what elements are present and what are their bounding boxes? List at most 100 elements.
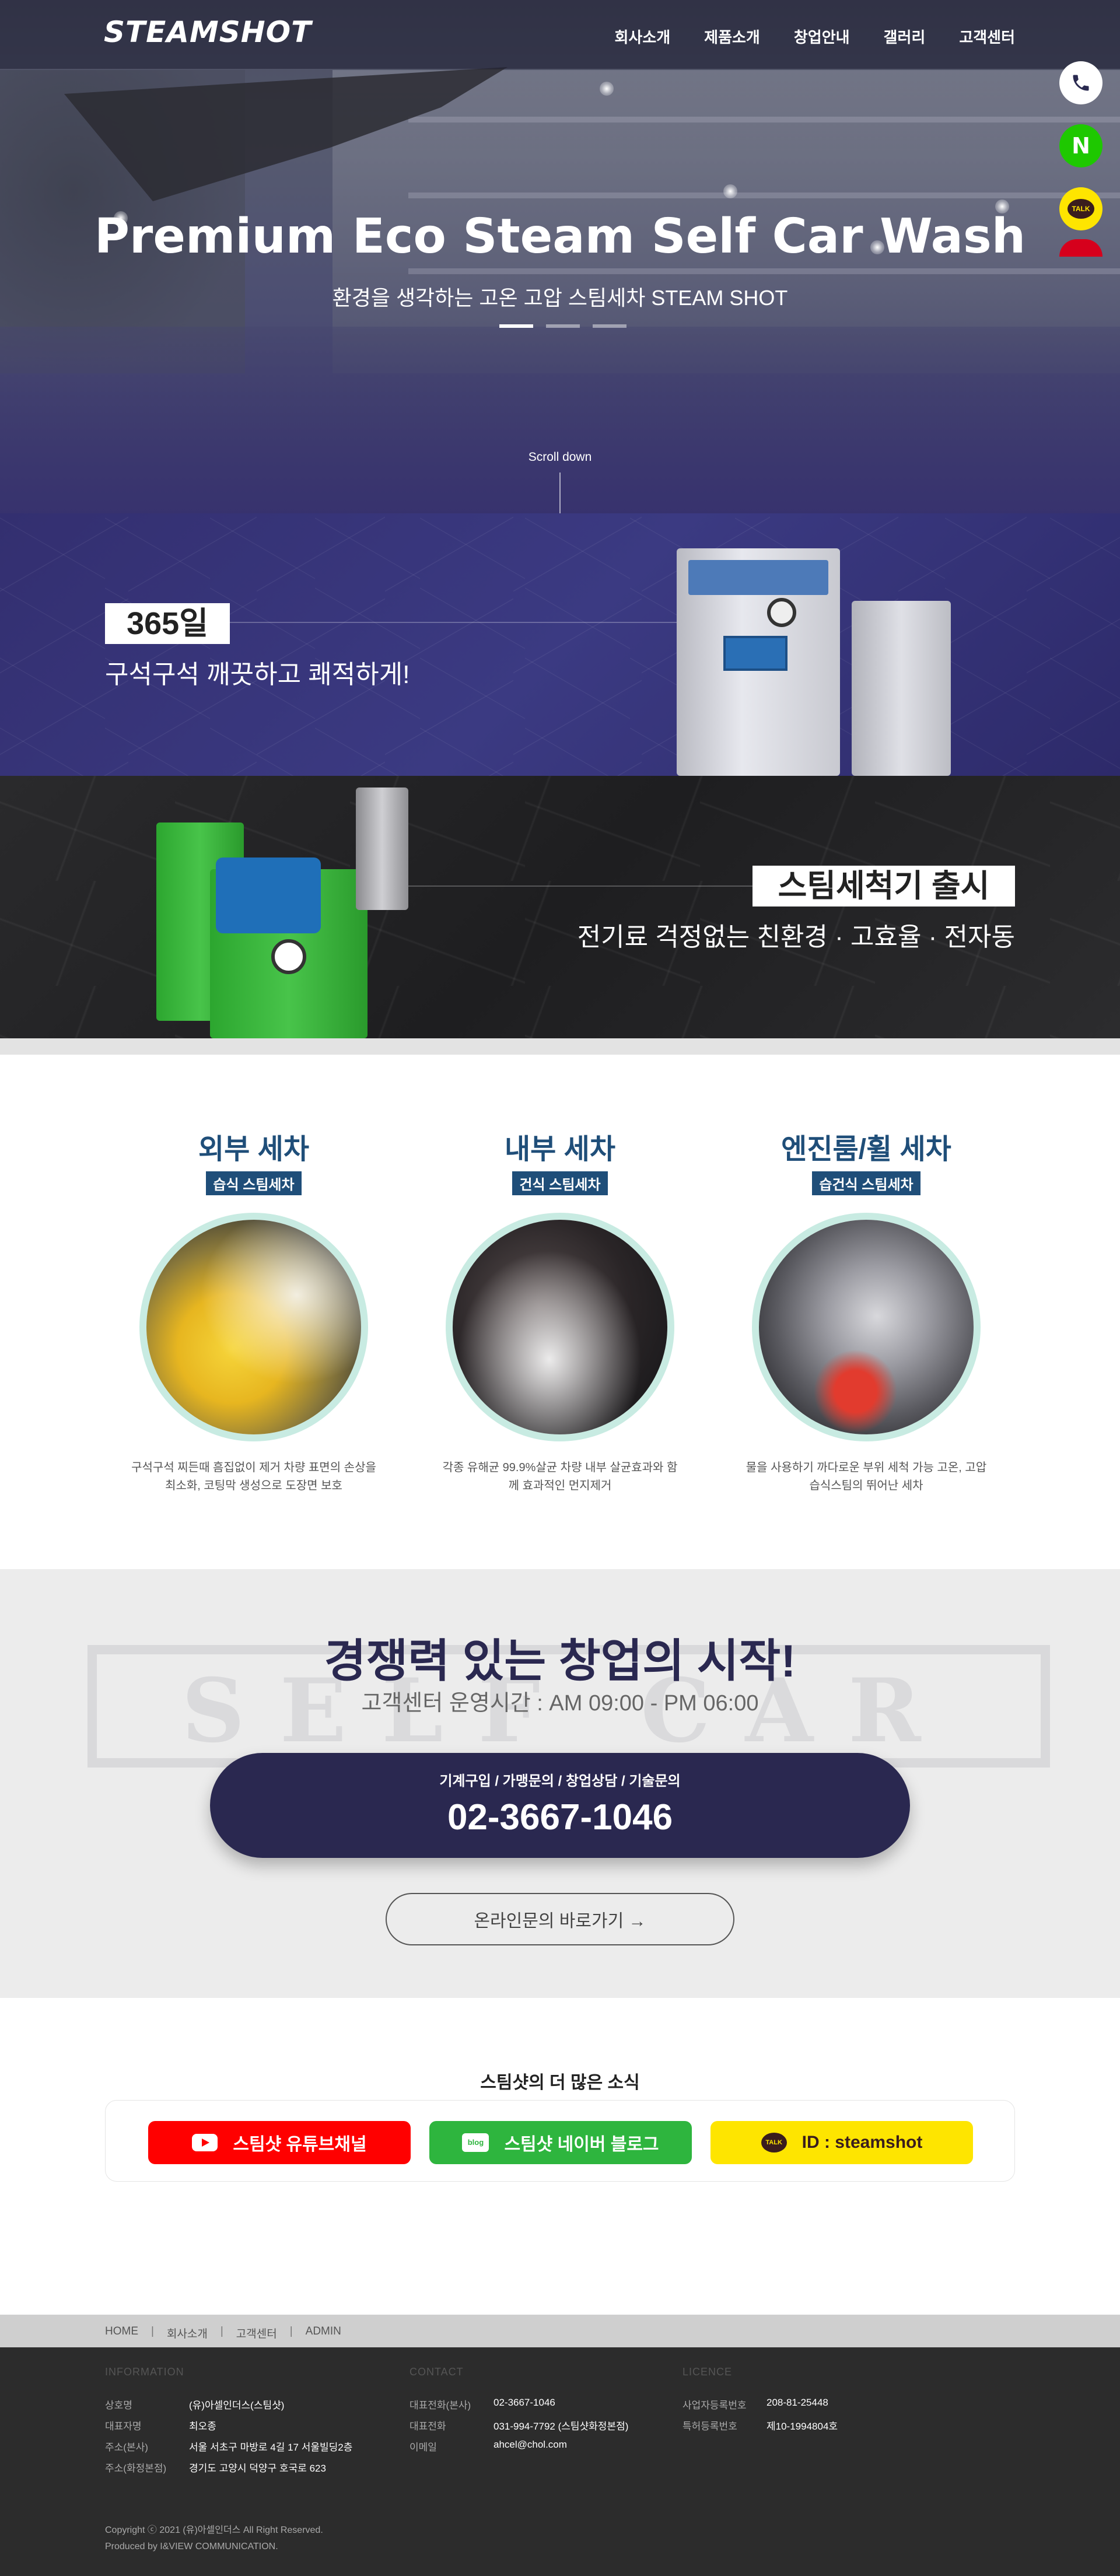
slide-indicators	[499, 324, 626, 328]
hero-lamp	[723, 184, 737, 198]
licence-key: 사업자등록번호	[682, 2400, 747, 2411]
slide-dot-1[interactable]	[499, 324, 533, 328]
service-badge: 습건식 스팀세차	[812, 1171, 921, 1195]
start-title: 경쟁력 있는 창업의 시작!	[324, 1635, 796, 1686]
contact-key: 대표전화	[410, 2421, 446, 2432]
news-title: 스팀샷의 더 많은 소식	[480, 2073, 640, 2092]
nav-franchise[interactable]: 창업안내	[794, 26, 850, 47]
scroll-line	[559, 473, 561, 513]
service-title: 내부 세차	[505, 1134, 615, 1165]
site-header: STEAMSHOT 회사소개 제품소개 창업안내 갤러리 고객센터	[0, 0, 1120, 69]
separator: |	[151, 2325, 154, 2337]
copyright: Copyright ⓒ 2021 (유)아셀인더스 All Right Rese…	[105, 2522, 323, 2555]
blog-label: 스팀샷 네이버 블로그	[504, 2135, 659, 2154]
coin-box-image	[356, 788, 408, 910]
licence-key: 특허등록번호	[682, 2421, 737, 2432]
info-key: 대표자명	[105, 2421, 142, 2432]
kakaotalk-icon: TALK	[761, 2133, 787, 2152]
footer-link-about[interactable]: 회사소개	[167, 2325, 208, 2341]
quick-menu: N TALK	[1059, 61, 1102, 230]
info-value: 최오종	[189, 2421, 216, 2432]
kakaotalk-icon: TALK	[1068, 199, 1094, 219]
call-caption: 기계구입 / 가맹문의 / 창업상담 / 기술문의	[439, 1773, 681, 1789]
footer-contact: CONTACT 대표전화(본사) 02-3667-1046 대표전화 031-994…	[410, 2366, 628, 2460]
slide-dot-2[interactable]	[546, 324, 580, 328]
youtube-channel-button[interactable]: 스팀샷 유튜브채널	[148, 2121, 411, 2164]
naver-blog-button[interactable]: blog 스팀샷 네이버 블로그	[429, 2121, 692, 2164]
footer-link-support[interactable]: 고객센터	[236, 2325, 277, 2341]
call-box[interactable]: 기계구입 / 가맹문의 / 창업상담 / 기술문의 02-3667-1046	[210, 1753, 910, 1858]
nav-gallery[interactable]: 갤러리	[884, 26, 926, 47]
steam-machine-image	[677, 548, 840, 776]
footer-information: INFORMATION 상호명 (유)아셀인더스(스팀샷) 대표자명 최오종 주소(…	[105, 2366, 352, 2481]
logo[interactable]: STEAMSHOT	[104, 15, 312, 49]
band1-tag: 365일	[105, 603, 230, 644]
hero-stripe	[408, 192, 1120, 198]
naver-icon: N	[1072, 133, 1090, 159]
contact-key: 이메일	[410, 2442, 437, 2453]
quick-kakaotalk-button[interactable]: TALK	[1059, 187, 1102, 230]
band2-tag: 스팀세척기 출시	[752, 866, 1015, 907]
licence-value: 제10-1994804호	[766, 2421, 838, 2432]
footer-contact-title: CONTACT	[410, 2366, 464, 2378]
section-divider	[0, 1038, 1120, 1055]
contact-value: 02-3667-1046	[494, 2397, 555, 2408]
info-value: 경기도 고양시 덕양구 호국로 623	[189, 2463, 326, 2474]
kakao-label: ID : steamshot	[802, 2133, 923, 2152]
hero-stripe	[408, 117, 1120, 123]
info-value: 서울 서초구 마방로 4길 17 서울빌딩2층	[189, 2442, 353, 2453]
contact-key: 대표전화(본사)	[410, 2400, 471, 2411]
footer-info-title: INFORMATION	[105, 2366, 184, 2378]
service-photo-wheel	[752, 1213, 981, 1441]
service-title: 엔진룸/휠 세차	[781, 1134, 951, 1165]
contact-value: 031-994-7792 (스팀샷화정본점)	[494, 2421, 629, 2432]
service-exterior: 외부 세차 습식 스팀세차 구석구석 찌든때 흠집없이 제거 차량 표면의 손상…	[131, 1126, 376, 1495]
slide-dot-3[interactable]	[593, 324, 626, 328]
hero-subtitle: 환경을 생각하는 고온 고압 스팀세차 STEAM SHOT	[332, 286, 788, 310]
band1-subtitle: 구석구석 깨끗하고 쾌적하게!	[105, 660, 410, 689]
hero-title: Premium Eco Steam Self Car Wash	[94, 209, 1026, 264]
online-inquiry-button[interactable]: 온라인문의 바로가기 →	[386, 1893, 734, 1945]
site-footer: INFORMATION 상호명 (유)아셀인더스(스팀샷) 대표자명 최오종 주소(…	[0, 2347, 1120, 2576]
main-nav: 회사소개 제품소개 창업안내 갤러리 고객센터	[614, 26, 1015, 47]
separator: |	[289, 2325, 293, 2337]
youtube-label: 스팀샷 유튜브채널	[233, 2135, 367, 2154]
contact-email[interactable]: ahcel@chol.com	[494, 2439, 567, 2460]
info-key: 주소(화정본점)	[105, 2463, 167, 2474]
kakao-id-button[interactable]: TALK ID : steamshot	[710, 2121, 973, 2164]
service-title: 외부 세차	[198, 1134, 309, 1165]
service-interior: 내부 세차 건식 스팀세차 각종 유해균 99.9%살균 차량 내부 살균효과와…	[438, 1126, 682, 1495]
green-machine-main-image	[210, 858, 368, 1038]
footer-link-home[interactable]: HOME	[105, 2325, 138, 2341]
franchise-start-section: SELF CAR WASH 경쟁력 있는 창업의 시작! 고객센터 운영시간 :…	[0, 1569, 1120, 1998]
band-divider-line	[408, 886, 758, 887]
scroll-down-label[interactable]: Scroll down	[0, 450, 1120, 464]
hero-lamp	[600, 82, 614, 96]
service-photo-exterior	[139, 1213, 368, 1441]
service-photo-interior	[446, 1213, 674, 1441]
quick-naver-button[interactable]: N	[1059, 124, 1102, 167]
promo-band-steam-washer: 스팀세척기 출시 전기료 걱정없는 친환경 · 고효율 · 전자동	[0, 776, 1120, 1038]
quick-phone-button[interactable]	[1059, 61, 1102, 104]
youtube-icon	[192, 2134, 218, 2151]
separator: |	[220, 2325, 223, 2337]
nav-support[interactable]: 고객센터	[959, 26, 1015, 47]
nav-products[interactable]: 제품소개	[704, 26, 760, 47]
copyright-text: Copyright ⓒ 2021 (유)아셀인더스 All Right Rese…	[105, 2525, 323, 2535]
support-hours: 고객센터 운영시간 : AM 09:00 - PM 06:00	[361, 1691, 759, 1716]
promo-band-365: 365일 구석구석 깨끗하고 쾌적하게!	[0, 513, 1120, 776]
nav-about[interactable]: 회사소개	[614, 26, 670, 47]
service-badge: 습식 스팀세차	[206, 1171, 302, 1195]
service-engine-wheel: 엔진룸/휠 세차 습건식 스팀세차 물을 사용하기 까다로운 부위 세척 가능 …	[744, 1126, 989, 1495]
footer-licence-title: LICENCE	[682, 2366, 733, 2378]
service-description: 각종 유해균 99.9%살균 차량 내부 살균효과와 함께 효과적인 먼지제거	[442, 1461, 678, 1492]
info-key: 상호명	[105, 2400, 132, 2411]
produced-by: Produced by I&VIEW COMMUNICATION.	[105, 2542, 278, 2552]
footer-link-admin[interactable]: ADMIN	[306, 2325, 341, 2341]
phone-number[interactable]: 02-3667-1046	[210, 1797, 910, 1838]
phone-icon	[1073, 75, 1089, 91]
info-value: (유)아셀인더스(스팀샷)	[189, 2400, 285, 2411]
service-description: 물을 사용하기 까다로운 부위 세척 가능 고온, 고압 습식스팀의 뛰어난 세…	[746, 1461, 987, 1492]
band2-subtitle: 전기료 걱정없는 친환경 · 고효율 · 전자동	[577, 923, 1015, 951]
news-box: 스팀샷 유튜브채널 blog 스팀샷 네이버 블로그 TALK ID : ste…	[105, 2100, 1015, 2182]
